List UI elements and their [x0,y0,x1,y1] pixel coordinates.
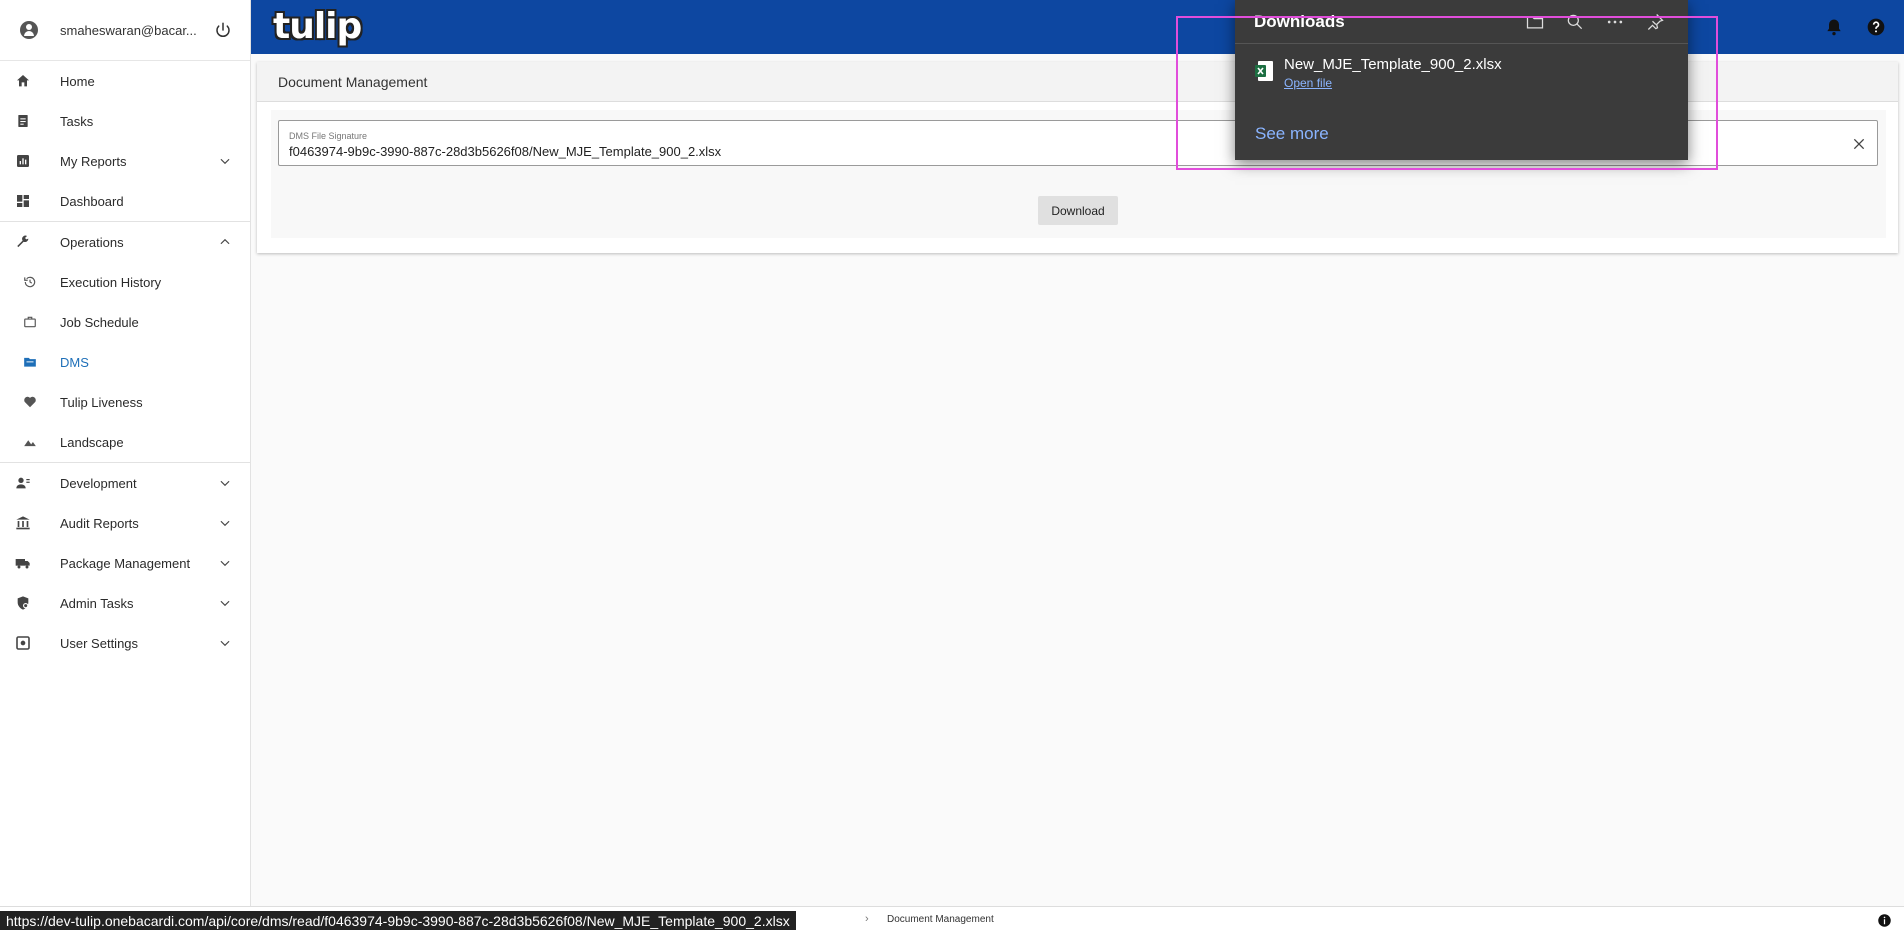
user-email: smaheswaran@bacar... [60,22,197,38]
chevron-down-icon [220,520,230,527]
field-label: DMS File Signature [289,131,368,141]
sidebar-item-tulip-liveness[interactable]: Tulip Liveness [0,382,250,422]
sidebar-item-operations[interactable]: Operations [0,222,250,262]
sidebar-item-label: DMS [60,354,89,370]
sidebar-item-tasks[interactable]: Tasks [0,101,250,141]
history-icon [21,273,39,291]
sidebar-item-audit-reports[interactable]: Audit Reports [0,503,250,543]
excel-file-icon [1255,61,1273,81]
account-icon [20,21,38,39]
sidebar-item-dashboard[interactable]: Dashboard [0,181,250,221]
bank-icon [14,514,32,532]
chevron-down-icon [220,640,230,647]
sidebar-item-label: Landscape [60,434,124,450]
download-button[interactable]: Download [1038,196,1118,225]
sidebar-item-label: Admin Tasks [60,595,134,611]
pin-icon[interactable] [1645,12,1665,32]
sidebar-item-label: Package Management [60,555,191,571]
downloads-title: Downloads [1254,11,1345,31]
help-icon[interactable] [1866,17,1886,37]
sidebar-item-label: User Settings [60,635,139,651]
download-meta: New_MJE_Template_900_2.xlsx Open file [1284,56,1502,92]
breadcrumb[interactable]: Document Management [887,914,994,925]
sidebar-item-label: Execution History [60,274,162,290]
sidebar-item-execution-history[interactable]: Execution History [0,262,250,302]
sidebar-item-label: Tasks [60,113,94,129]
search-icon[interactable] [1565,12,1585,32]
sidebar-item-package-management[interactable]: Package Management [0,543,250,583]
status-bar: https://dev-tulip.onebacardi.com/api/cor… [0,906,1904,930]
chevron-down-icon [220,600,230,607]
download-item[interactable]: New_MJE_Template_900_2.xlsx Open file [1255,56,1502,92]
admin-shield-icon [14,594,32,612]
chevron-down-icon [220,480,230,487]
chevron-up-icon [220,238,230,245]
settings-box-icon [14,634,32,652]
download-file-name: New_MJE_Template_900_2.xlsx [1284,56,1502,73]
sidebar: smaheswaran@bacar... Home Tasks My Repor… [0,0,251,930]
downloads-header: Downloads [1235,0,1688,44]
heart-icon [21,393,39,411]
landscape-icon [21,433,39,451]
open-file-link[interactable]: Open file [1284,76,1332,90]
breadcrumb-chevron-icon: › [865,913,869,925]
top-bar-actions [1824,17,1886,37]
sidebar-item-label: Tulip Liveness [60,394,143,410]
chevron-down-icon [220,560,230,567]
downloads-actions [1525,12,1688,32]
field-value[interactable]: f0463974-9b9c-3990-887c-28d3b5626f08/New… [289,144,721,159]
info-icon[interactable] [1877,913,1892,928]
home-icon [14,72,32,90]
sidebar-item-user-settings[interactable]: User Settings [0,623,250,663]
sidebar-item-label: My Reports [60,153,127,169]
sidebar-item-job-schedule[interactable]: Job Schedule [0,302,250,342]
downloads-panel: Downloads New_MJE_Template_900_2.xlsx Op… [1235,0,1688,160]
chevron-down-icon [220,158,230,165]
power-icon[interactable] [214,21,232,39]
sidebar-item-label: Home [60,73,95,89]
report-icon [14,152,32,170]
sidebar-item-label: Development [60,475,137,491]
sidebar-item-development[interactable]: Development [0,463,250,503]
tulip-logo[interactable]: tulip [273,6,362,47]
sidebar-item-landscape[interactable]: Landscape [0,422,250,462]
sidebar-item-label: Audit Reports [60,515,139,531]
dashboard-icon [14,192,32,210]
close-icon[interactable] [1851,136,1867,152]
user-row: smaheswaran@bacar... [0,0,250,61]
sidebar-item-label: Operations [60,234,124,250]
sidebar-item-admin-tasks[interactable]: Admin Tasks [0,583,250,623]
sidebar-item-label: Job Schedule [60,314,139,330]
more-icon[interactable] [1605,12,1625,32]
clipboard-icon [14,112,32,130]
sidebar-item-my-reports[interactable]: My Reports [0,141,250,181]
wrench-icon [14,233,32,251]
sidebar-item-home[interactable]: Home [0,61,250,101]
sidebar-item-label: Dashboard [60,193,124,209]
folder-icon [21,353,39,371]
bell-icon[interactable] [1824,17,1844,37]
briefcase-icon [21,313,39,331]
url-tooltip: https://dev-tulip.onebacardi.com/api/cor… [0,911,796,930]
truck-icon [14,554,32,572]
folder-icon[interactable] [1525,12,1545,32]
sidebar-item-dms[interactable]: DMS [0,342,250,382]
see-more-link[interactable]: See more [1255,124,1329,144]
developer-icon [14,474,32,492]
